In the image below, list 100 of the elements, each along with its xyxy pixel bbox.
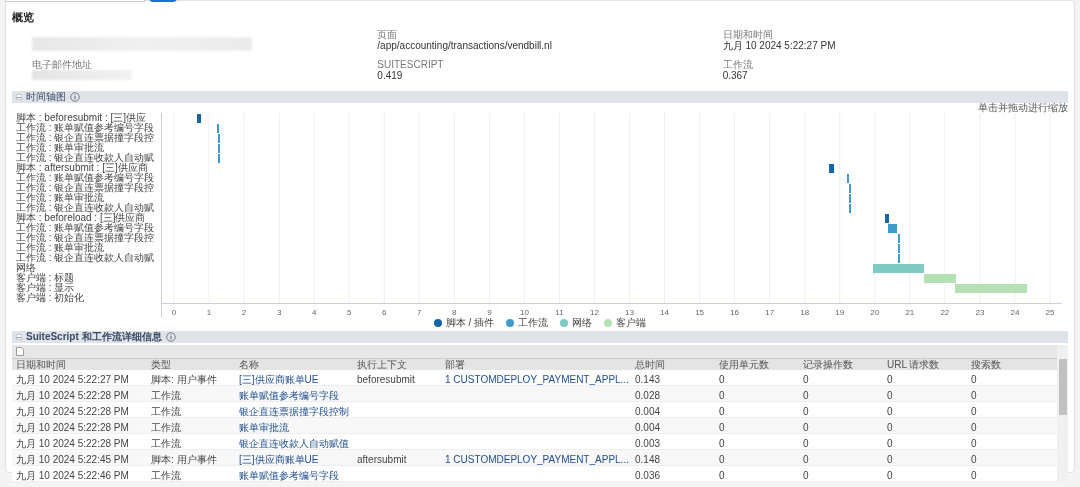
- table-cell: 九月 10 2024 5:22:27 PM: [16, 373, 129, 385]
- column-header[interactable]: 记录操作数: [803, 359, 887, 370]
- field-label: SUITESCRIPT: [377, 59, 445, 70]
- table-cell: 0: [971, 469, 977, 481]
- name-link[interactable]: [三]供应商账单UE: [239, 373, 319, 385]
- field-value: /app/accounting/transactions/vendbill.nl: [377, 40, 553, 51]
- table-cell: 九月 10 2024 5:22:45 PM: [16, 453, 129, 465]
- table-cell: 0.003: [635, 437, 661, 449]
- row-label: 脚本 : beforesubmit : [三]供应: [15, 113, 148, 123]
- name-link[interactable]: 账单审批流: [239, 421, 289, 433]
- axis-tick-label: 19: [835, 308, 845, 317]
- axis-tick-label: 0: [171, 308, 177, 317]
- table-cell: 九月 10 2024 5:22:28 PM: [16, 405, 129, 417]
- table-cell: 九月 10 2024 5:22:28 PM: [16, 389, 129, 401]
- axis-tick-label: 20: [870, 308, 880, 317]
- column-header[interactable]: 搜索数: [971, 359, 1053, 370]
- axis-tick-label: 6: [382, 308, 387, 317]
- table-cell: 1 CUSTOMDEPLOY_PAYMENT_APPL...: [445, 453, 629, 465]
- column-header[interactable]: URL 请求数: [887, 359, 971, 370]
- zoom-hint: 单击并拖动进行缩放: [978, 103, 1068, 113]
- axis-tick-label: 9: [487, 308, 492, 317]
- axis-tick-label: 21: [905, 308, 915, 317]
- column-header[interactable]: 总时间: [635, 359, 719, 370]
- table-cell: 1 CUSTOMDEPLOY_PAYMENT_APPL...: [445, 373, 629, 385]
- legend-label: 脚本 / 插件: [445, 318, 495, 328]
- row-label: 工作流 : 银企直连票据撞字段控: [15, 183, 156, 193]
- row-label: 客户端 : 标题: [15, 273, 76, 283]
- table-cell: 0: [719, 453, 725, 465]
- axis-tick-label: 23: [975, 308, 985, 317]
- scrollbar[interactable]: [1057, 345, 1068, 482]
- row-label: 工作流 : 银企直连收款人自动赋: [15, 253, 156, 263]
- table-cell: 0: [887, 453, 893, 465]
- column-header[interactable]: 类型: [151, 359, 239, 370]
- name-link[interactable]: 账单赋值参考编号字段: [239, 389, 339, 401]
- field-label: 页面: [377, 29, 399, 40]
- row-label: 工作流 : 账单赋值参考编号字段: [15, 173, 156, 183]
- row-label: 工作流 : 银企直连收款人自动赋: [15, 153, 156, 163]
- legend-label: 网络: [572, 318, 593, 328]
- field-label: 工作流: [722, 59, 754, 70]
- table-cell: 0: [971, 421, 977, 433]
- name-link[interactable]: [三]供应商账单UE: [239, 453, 319, 465]
- row-label: 工作流 : 银企直连票据撞字段控: [15, 133, 156, 143]
- legend-label: 客户端: [616, 318, 647, 328]
- row-label: 工作流 : 账单审批流: [15, 143, 105, 153]
- collapse-toggle[interactable]: [16, 334, 22, 340]
- table-cell: 0: [887, 405, 893, 417]
- table-cell: 0: [719, 437, 725, 449]
- table-cell: 0: [887, 437, 893, 449]
- axis-tick-label: 1: [206, 308, 212, 317]
- column-header[interactable]: 执行上下文: [357, 359, 445, 370]
- axis-tick-label: 24: [1010, 308, 1020, 317]
- axis-tick-label: 3: [276, 308, 282, 317]
- table-cell: 0: [971, 373, 977, 385]
- info-icon[interactable]: [165, 332, 176, 342]
- table-cell: 0: [803, 389, 809, 401]
- axis-tick-label: 17: [765, 308, 775, 317]
- table-cell: 0: [803, 373, 809, 385]
- column-header[interactable]: 名称: [239, 359, 357, 370]
- page-title: 概览: [12, 10, 35, 25]
- name-link[interactable]: 账单赋值参考编号字段: [239, 469, 339, 481]
- row-label: 网络: [15, 263, 37, 273]
- table-cell: 0.143: [635, 373, 661, 385]
- axis-tick-label: 25: [1045, 308, 1055, 317]
- table-cell: 0: [803, 453, 809, 465]
- name-link[interactable]: 银企直连收款人自动赋值: [239, 437, 349, 449]
- column-header[interactable]: 部署: [445, 359, 635, 370]
- column-header[interactable]: 日期和时间: [16, 359, 151, 370]
- row-label: 工作流 : 账单赋值参考编号字段: [15, 223, 156, 233]
- axis-tick-label: 4: [311, 308, 317, 317]
- legend-label: 工作流: [518, 318, 549, 328]
- name-link[interactable]: 银企直连票据撞字段控制: [239, 405, 349, 417]
- section-title: SuiteScript 和工作流详细信息: [26, 332, 162, 342]
- export-icon[interactable]: [16, 347, 24, 356]
- table-cell: 0: [887, 373, 893, 385]
- field-value: 九月 10 2024 5:22:27 PM: [722, 40, 837, 51]
- info-icon[interactable]: [70, 92, 80, 102]
- table-cell: 工作流: [151, 389, 181, 401]
- table-cell: 0.028: [635, 389, 661, 401]
- table-cell: 九月 10 2024 5:22:46 PM: [16, 469, 129, 481]
- table-cell: 0.036: [635, 469, 661, 481]
- table-cell: 0: [719, 421, 725, 433]
- table-cell: beforesubmit: [357, 373, 415, 385]
- axis-tick-label: 12: [590, 308, 599, 317]
- table-cell: 0: [803, 421, 809, 433]
- table-cell: 0: [803, 469, 809, 481]
- table-cell: 0: [719, 469, 725, 481]
- table-cell: 工作流: [151, 405, 181, 417]
- column-header[interactable]: 使用单元数: [719, 359, 803, 370]
- row-label: 客户端 : 显示: [15, 283, 76, 293]
- table-cell: 工作流: [151, 469, 181, 481]
- axis-tick-label: 22: [940, 308, 950, 317]
- table-cell: 0: [719, 373, 725, 385]
- table-cell: 0: [971, 437, 977, 449]
- field-value: 0.419: [377, 70, 404, 81]
- table-cell: 九月 10 2024 5:22:28 PM: [16, 437, 129, 449]
- axis-tick-label: 18: [800, 308, 810, 317]
- table-cell: 0.148: [635, 453, 661, 465]
- field-label: 电子邮件地址: [32, 59, 93, 70]
- axis-tick-label: 15: [695, 308, 705, 317]
- collapse-toggle[interactable]: [16, 94, 22, 100]
